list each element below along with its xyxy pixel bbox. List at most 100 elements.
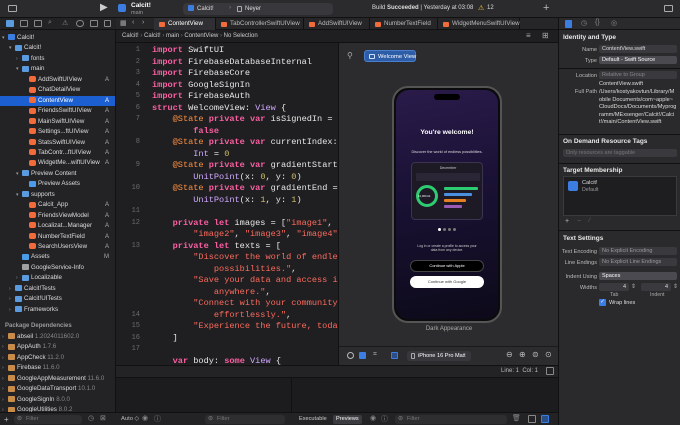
code-line[interactable]: private let images = ["image1", (144, 218, 338, 230)
code-line[interactable]: "image2", "image3", "image4"] (144, 229, 338, 241)
debug-icon[interactable] (90, 20, 98, 27)
history-icon[interactable]: ◷ (581, 19, 587, 27)
scm-filter-icon[interactable]: ⊠ (100, 414, 106, 422)
navigator-item[interactable]: Localizat...Manager A (0, 221, 115, 231)
zoom-actual-icon[interactable]: ⊙ (545, 350, 552, 359)
navigator-item[interactable]: TabContr...ftUIView A (0, 148, 115, 158)
editor-tab[interactable]: AddSwiftUIView (304, 18, 370, 30)
navigator-item[interactable]: Preview Assets (0, 179, 115, 189)
navigator-item[interactable]: FriendsSwiftUIView A (0, 106, 115, 116)
zoom-out-icon[interactable]: ⊖ (506, 350, 513, 359)
navigator-item[interactable]: › Calcit!Tests (0, 284, 115, 294)
variants-icon[interactable]: ⌗ (373, 351, 377, 359)
code-line[interactable]: @State private var gradientStart = (144, 160, 338, 172)
symbol-navigator-icon[interactable] (34, 20, 42, 27)
split-editor-icon[interactable]: ⊞ (542, 31, 549, 40)
code-line[interactable]: UnitPoint(x: 1, y: 1) (144, 195, 338, 207)
navigator-item[interactable]: Settings...ftUIView A (0, 127, 115, 137)
preview-pill[interactable]: Welcome View (364, 50, 416, 62)
navigator-item[interactable]: AddSwiftUIView A (0, 75, 115, 85)
code-line[interactable]: ] (144, 333, 338, 345)
zoom-fit-icon[interactable]: ⊜ (532, 350, 539, 359)
console-info-icon[interactable]: ⓘ (381, 414, 388, 424)
code-line[interactable]: import FirebaseDatabaseInternal (144, 57, 338, 69)
variables-filter-field[interactable]: ⊜ Filter (205, 415, 285, 424)
navigator-item[interactable]: › Localizable (0, 273, 115, 283)
navigator-item[interactable]: ▾ supports (0, 190, 115, 200)
sidebar-toggle-icon[interactable] (8, 5, 17, 12)
indent-width-field[interactable]: 4 (641, 283, 671, 291)
navigator-item[interactable]: SearchUsersView A (0, 242, 115, 252)
odr-tags-field[interactable]: Only resources are taggable (563, 149, 677, 157)
grid-icon[interactable]: ▦ (120, 19, 127, 27)
zoom-in-icon[interactable]: ⊕ (519, 350, 526, 359)
navigator-filter-field[interactable]: ⊜ Filter (14, 415, 82, 424)
navigator-item[interactable]: › fonts (0, 54, 115, 64)
selectable-mode-icon[interactable] (359, 352, 366, 359)
code-line[interactable]: anywhere.", (144, 287, 338, 299)
code-line[interactable]: "Save your data and access it (144, 275, 338, 287)
add-icon[interactable]: + (543, 2, 549, 14)
breadcrumb-item[interactable]: ContentView (184, 33, 218, 39)
editor-tab[interactable]: ContentView (154, 18, 216, 30)
quick-help-icon[interactable]: {} (595, 19, 600, 26)
run-icon[interactable]: ▶ (100, 2, 108, 13)
navigator-item[interactable]: ▾ Calcit! (0, 33, 115, 43)
navigator-item[interactable]: GoogleService-Info (0, 263, 115, 273)
package-item[interactable]: › GoogleDataTransport 10.1.0 (0, 384, 115, 394)
code-line[interactable] (144, 344, 338, 356)
code-line[interactable]: import FirebaseCore (144, 68, 338, 80)
back-icon[interactable]: ‹ (132, 19, 134, 26)
package-item[interactable]: › AppCheck 11.2.0 (0, 353, 115, 363)
code-line[interactable]: private let texts = [ (144, 241, 338, 253)
name-field[interactable]: ContentView.swift (599, 45, 677, 53)
breadcrumb-item[interactable]: main (166, 33, 179, 39)
code-line[interactable] (144, 206, 338, 218)
breadcrumb[interactable]: Calcit! › Calcit! › main › ContentView ›… (122, 33, 258, 39)
code-line[interactable]: import GoogleSignIn (144, 80, 338, 92)
console-eye-icon[interactable]: ◉ (370, 414, 376, 422)
code-line[interactable]: var body: some View { (144, 356, 338, 366)
code-line[interactable]: "Experience the future, today." (144, 321, 338, 333)
code-line[interactable]: "Discover the world of endless (144, 252, 338, 264)
inspector-toggle-icon[interactable] (664, 5, 673, 12)
package-item[interactable]: › abseil 1.2024011602.0 (0, 332, 115, 342)
navigator-item[interactable]: ContentView A (0, 95, 115, 107)
executable-tab[interactable]: Executable (296, 415, 330, 424)
console-filter-field[interactable]: ⊜ Filter (395, 415, 507, 424)
remove-target-button[interactable]: − (577, 218, 581, 225)
breadcrumb-item[interactable]: No Selection (224, 33, 258, 39)
code-line[interactable]: import FirebaseAuth (144, 91, 338, 103)
indent-width-stepper[interactable]: ⇕ (673, 283, 678, 290)
navigator-item[interactable]: ▾ main (0, 64, 115, 74)
code-line[interactable]: Int = 0 (144, 149, 338, 161)
code-line[interactable]: @State private var currentIndex: (144, 137, 338, 149)
navigator-item[interactable]: WidgetMe...wiftUIView A (0, 158, 115, 168)
test-icon[interactable] (76, 20, 84, 27)
add-file-icon[interactable]: + (4, 415, 9, 424)
package-item[interactable]: › AppAuth 1.7.6 (0, 342, 115, 352)
code-line[interactable]: effortlessly.", (144, 310, 338, 322)
source-control-icon[interactable] (20, 20, 28, 27)
code-line[interactable]: "Connect with your community (144, 298, 338, 310)
code-line[interactable]: false (144, 126, 338, 138)
navigator-item[interactable]: Calcit_App A (0, 200, 115, 210)
editor-options-icon[interactable]: ≡ (526, 31, 531, 40)
add-target-button[interactable]: + (565, 218, 569, 225)
navigator-item[interactable]: ▾ Calcit! (0, 43, 115, 53)
navigator-item[interactable]: › Calcit!UITests (0, 294, 115, 304)
find-icon[interactable]: ⌕ (48, 19, 52, 27)
split-console-right-icon[interactable] (541, 415, 549, 423)
live-mode-icon[interactable] (347, 352, 354, 359)
forward-icon[interactable]: › (142, 19, 144, 26)
package-item[interactable]: › GoogleSignIn 8.0.0 (0, 395, 115, 405)
code-line[interactable]: UnitPoint(x: 0, y: 0) (144, 172, 338, 184)
type-popup[interactable]: Default - Swift Source (599, 56, 677, 64)
tab-width-stepper[interactable]: ⇕ (631, 283, 636, 290)
code-line[interactable]: possibilities.", (144, 264, 338, 276)
pin-icon[interactable]: ⚲ (347, 51, 353, 60)
editor-tab[interactable]: WidgetMenuSwiftUIView (438, 18, 520, 30)
editor-tab[interactable]: TabControllerSwiftUIView (216, 18, 304, 30)
device-settings-icon[interactable] (391, 352, 398, 359)
project-navigator-icon[interactable] (6, 20, 14, 27)
